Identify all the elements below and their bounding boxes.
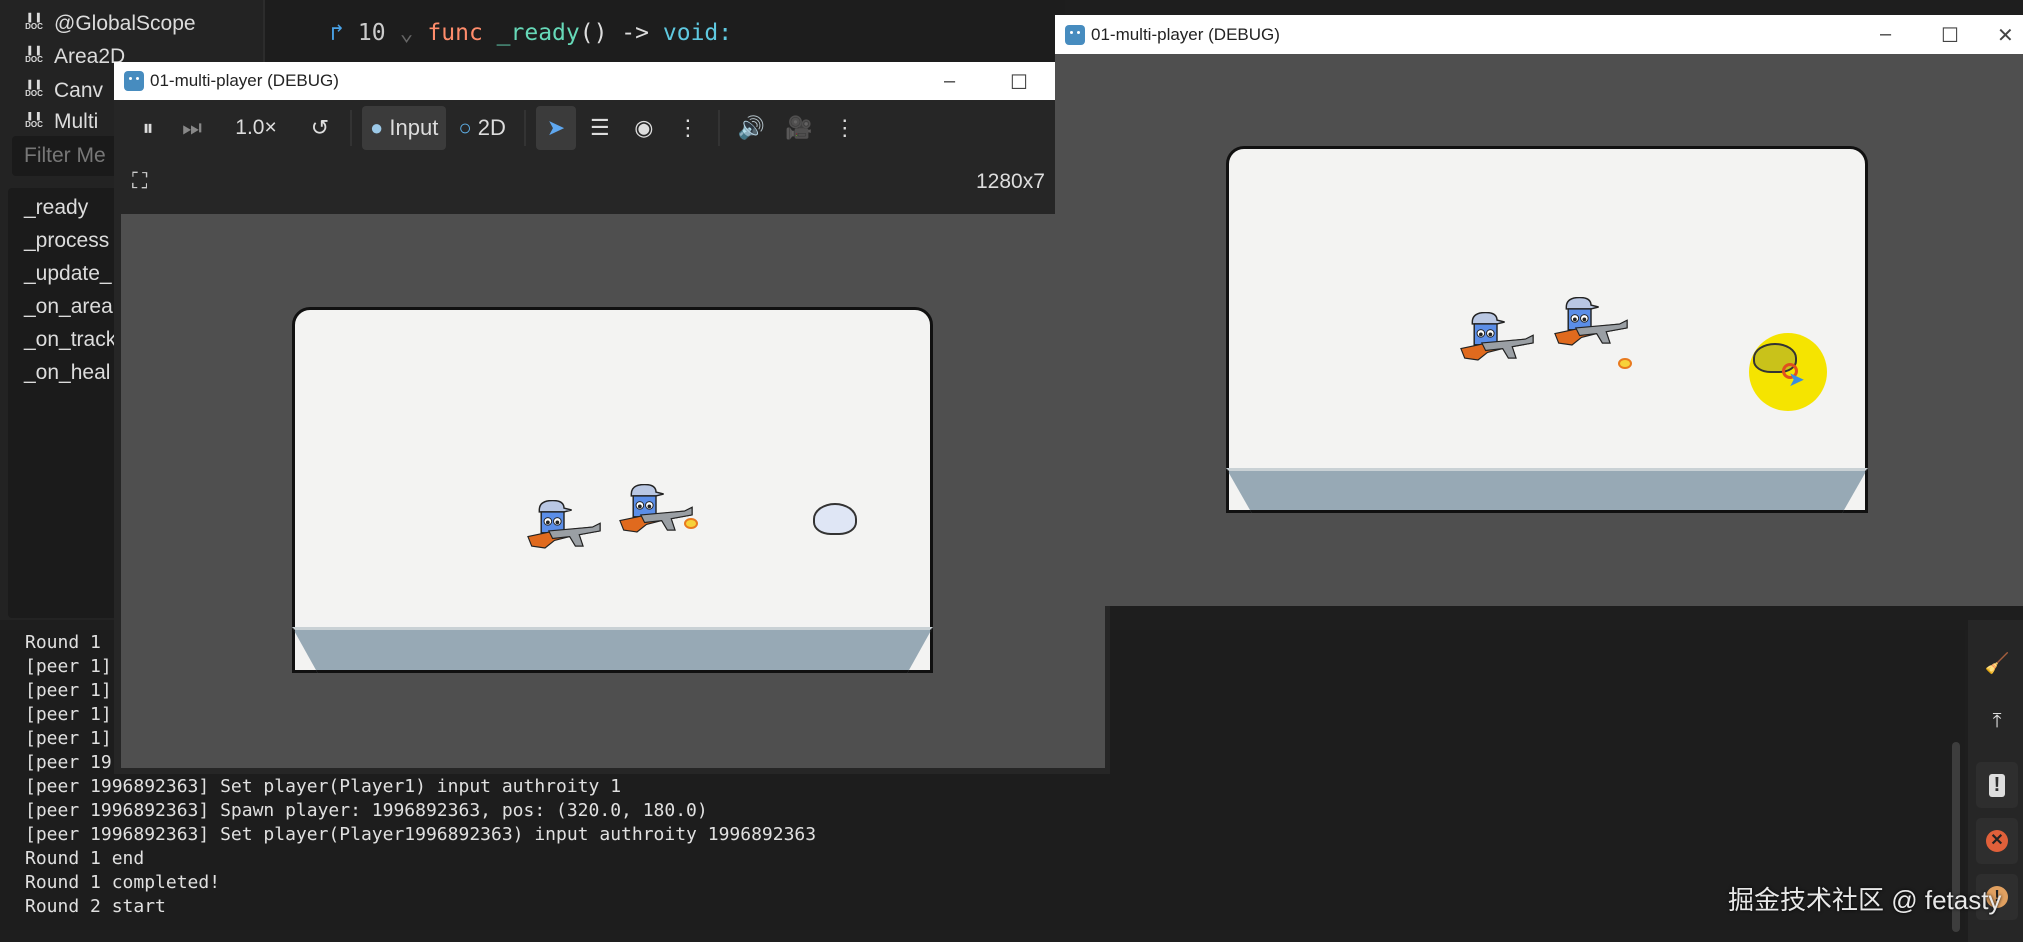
console-line: [peer 1996892363] Set player(Player19968… <box>25 824 817 845</box>
window-title: 01-multi-player (DEBUG) <box>1091 24 1280 44</box>
pause-icon[interactable]: ⏸ <box>128 106 168 150</box>
doc-label: @GlobalScope <box>54 12 196 35</box>
code-func-name: _ready <box>496 20 580 46</box>
doc-label: Multi <box>54 112 99 132</box>
player-sprite <box>1459 312 1535 370</box>
game-window-1[interactable]: 01-multi-player (DEBUG) – ☐ ⏸ ⏭ 1.0× ↺ ●… <box>114 62 1110 774</box>
arena <box>292 307 933 673</box>
game-toolbar: ⏸ ⏭ 1.0× ↺ ● Input ○ 2D ➤ ☰ ◉ ⋮ 🔊 🎥 ⋮ <box>114 100 1110 156</box>
circle-icon: ○ <box>458 115 472 140</box>
eye-icon[interactable]: ◉ <box>624 106 664 150</box>
reset-icon[interactable]: ↺ <box>300 106 340 150</box>
godot-icon <box>1065 24 1085 45</box>
more-icon[interactable]: ⋮ <box>825 106 865 150</box>
code-editor[interactable]: ↱ 10 ⌄ func _ready() -> void: <box>265 0 1065 62</box>
arena-floor <box>1226 468 1868 513</box>
doc-item-globalscope[interactable]: ▌▐ DOC @GlobalScope <box>24 12 196 36</box>
filter-errors-icon[interactable]: ✕ <box>1976 818 2018 864</box>
console-line: [peer 1996892363] Set player(Player1) in… <box>25 776 622 797</box>
console-line: Round 1 completed! <box>25 872 221 893</box>
console-line: [peer 1] <box>25 656 112 677</box>
console-line: [peer 1] <box>25 680 112 701</box>
window-title: 01-multi-player (DEBUG) <box>150 71 339 90</box>
fullscreen-icon[interactable]: ⛶ <box>132 168 147 194</box>
scroll-top-icon[interactable]: ⤒ <box>1976 698 2018 744</box>
console-line: [peer 1996892363] Spawn player: 19968923… <box>25 800 708 821</box>
method-item[interactable]: _on_heal <box>24 361 110 385</box>
bullet <box>684 518 698 529</box>
doc-icon: ▌▐ DOC <box>25 112 43 129</box>
audio-icon[interactable]: 🔊 <box>730 106 773 150</box>
time-scale-button[interactable]: 1.0× <box>216 106 296 150</box>
maximize-button[interactable]: ☐ <box>1941 23 1959 48</box>
console-line: Round 1 <box>25 632 101 653</box>
method-item[interactable]: _on_track <box>24 328 116 352</box>
slime-enemy <box>813 503 857 535</box>
doc-icon: ▌▐ DOC <box>25 13 43 31</box>
player-sprite <box>526 500 602 558</box>
console-line: Round 1 end <box>25 848 145 869</box>
console-line: [peer 1] <box>25 704 112 725</box>
code-line: ↱ 10 ⌄ func _ready() -> void: <box>330 20 732 46</box>
doc-item-canvas[interactable]: ▌▐ DOC Canv <box>24 79 103 103</box>
list-select-icon[interactable]: ☰ <box>580 106 620 150</box>
doc-icon: ▌▐ DOC <box>25 46 43 64</box>
input-label: Input <box>389 115 439 140</box>
player-sprite <box>1553 297 1629 355</box>
console-line: [peer 1] <box>25 728 112 749</box>
mode-label: 2D <box>477 115 506 140</box>
maximize-button[interactable]: ☐ <box>1010 70 1028 95</box>
next-frame-icon[interactable]: ⏭ <box>172 106 212 150</box>
mode-2d-toggle[interactable]: ○ 2D <box>450 106 514 150</box>
doc-item-area2d[interactable]: ▌▐ DOC Area2D <box>24 45 125 69</box>
console-line: [peer 19 <box>25 752 112 773</box>
method-item[interactable]: _process <box>24 229 109 253</box>
doc-item-multi[interactable]: ▌▐ DOC Multi <box>24 112 98 132</box>
method-item[interactable]: _ready <box>24 196 88 220</box>
arena-floor <box>292 627 933 673</box>
override-arrow-icon: ↱ <box>330 20 344 46</box>
bullet <box>1618 358 1632 369</box>
godot-icon <box>124 71 144 91</box>
more-icon[interactable]: ⋮ <box>668 106 708 150</box>
game-window-2[interactable]: 01-multi-player (DEBUG) – ☐ ✕ ➤ <box>1055 15 2023 606</box>
game-viewport[interactable] <box>121 214 1105 768</box>
player-sprite <box>618 484 694 542</box>
close-button[interactable]: ✕ <box>1997 23 2014 48</box>
doc-label: Canv <box>54 79 104 102</box>
fold-chevron-icon[interactable]: ⌄ <box>400 20 414 46</box>
watermark: 掘金技术社区 @ fetasty <box>1728 885 2002 915</box>
mouse-cursor-icon: ➤ <box>1788 369 1805 391</box>
method-item[interactable]: _update_ <box>24 262 112 286</box>
window-titlebar[interactable]: 01-multi-player (DEBUG) – ☐ ✕ <box>1055 15 2023 54</box>
clear-brush-icon[interactable]: 🧹 <box>1976 640 2018 686</box>
code-type: void: <box>662 20 733 46</box>
minimize-button[interactable]: – <box>1880 23 1891 46</box>
select-tool-icon[interactable]: ➤ <box>535 106 576 150</box>
minimize-button[interactable]: – <box>944 70 955 93</box>
method-item[interactable]: _on_area <box>24 295 113 319</box>
camera-icon[interactable]: 🎥 <box>777 106 820 150</box>
console-line: Round 2 start <box>25 896 166 917</box>
window-titlebar[interactable]: 01-multi-player (DEBUG) – ☐ <box>114 62 1110 100</box>
filter-messages-icon[interactable]: ! <box>1976 762 2018 808</box>
input-toggle[interactable]: ● Input <box>362 106 447 150</box>
input-icon: ● <box>370 115 384 140</box>
code-keyword: func <box>427 20 483 46</box>
code-text: () -> <box>579 20 650 46</box>
doc-icon: ▌▐ DOC <box>25 80 43 98</box>
arena <box>1226 146 1868 513</box>
line-number: 10 <box>357 20 386 46</box>
